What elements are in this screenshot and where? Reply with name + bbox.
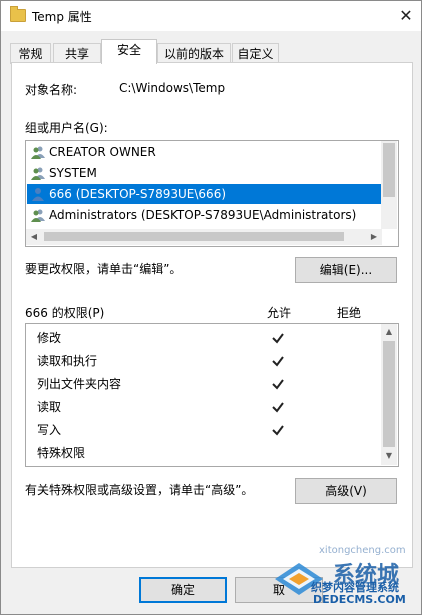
scroll-thumb[interactable] (44, 232, 344, 241)
edit-button[interactable]: 编辑(E)... (295, 257, 397, 283)
tab-sharing[interactable]: 共享 (53, 43, 101, 64)
advanced-button[interactable]: 高级(V) (295, 478, 397, 504)
object-name-value: C:\Windows\Temp (119, 81, 226, 95)
properties-dialog: Temp 属性 ✕ 常规 共享 安全 以前的版本 自定义 对象名称: C:\Wi… (0, 0, 422, 615)
permission-row: 修改 (26, 327, 382, 350)
deny-column-header: 拒绝 (337, 306, 362, 320)
edit-hint: 要更改权限，请单击“编辑”。 (25, 262, 182, 276)
close-button[interactable]: ✕ (393, 4, 419, 28)
checkmark-icon (272, 402, 284, 413)
users-horizontal-scrollbar[interactable]: ◀ ▶ (26, 229, 382, 245)
users-label: 组或用户名(G): (25, 121, 108, 135)
allow-column-header: 允许 (267, 306, 292, 320)
watermark-line2: DEDECMS.COM (313, 593, 406, 606)
tab-security[interactable]: 安全 (101, 39, 157, 64)
object-name-label: 对象名称: (25, 83, 78, 97)
permission-name: 读取 (37, 400, 62, 414)
permission-row: 读取 (26, 396, 382, 419)
scroll-thumb[interactable] (383, 143, 395, 197)
permission-row: 读取和执行 (26, 350, 382, 373)
folder-icon (10, 6, 26, 22)
tab-customize[interactable]: 自定义 (232, 43, 279, 64)
list-item[interactable]: Administrators (DESKTOP-S7893UE\Administ… (27, 205, 383, 225)
permissions-listbox: 修改 读取和执行 列出文件夹内容 读取 写入 特殊权限 ▲ ▼ (25, 323, 399, 467)
permission-name: 特殊权限 (37, 446, 86, 460)
tab-previous-versions[interactable]: 以前的版本 (157, 43, 231, 64)
list-item[interactable]: CREATOR OWNER (27, 142, 381, 162)
permission-row: 列出文件夹内容 (26, 373, 382, 396)
permission-row: 写入 (26, 419, 382, 442)
permission-name: 读取和执行 (37, 354, 98, 368)
checkmark-icon (272, 379, 284, 390)
user-icon (32, 188, 44, 201)
checkmark-icon (272, 425, 284, 436)
permission-name: 修改 (37, 331, 62, 345)
permission-row: 特殊权限 (26, 442, 382, 465)
user-name: Administrators (DESKTOP-S7893UE\Administ… (49, 208, 357, 222)
checkmark-icon (272, 333, 284, 344)
user-name: SYSTEM (49, 166, 97, 180)
user-group-icon (31, 146, 45, 159)
checkmark-icon (272, 356, 284, 367)
scroll-left-icon[interactable]: ◀ (26, 229, 42, 245)
list-item-selected[interactable]: 666 (DESKTOP-S7893UE\666) (27, 184, 381, 204)
scroll-up-icon[interactable]: ▲ (381, 324, 397, 340)
users-vertical-scrollbar[interactable] (381, 141, 397, 229)
list-item[interactable]: SYSTEM (27, 163, 381, 183)
scroll-down-icon[interactable]: ▼ (381, 448, 397, 464)
advanced-hint: 有关特殊权限或高级设置，请单击“高级”。 (25, 483, 254, 497)
permission-name: 写入 (37, 423, 62, 437)
title-bar: Temp 属性 ✕ (1, 1, 421, 31)
user-group-icon (31, 167, 45, 180)
scroll-right-icon[interactable]: ▶ (366, 229, 382, 245)
user-name: 666 (DESKTOP-S7893UE\666) (49, 187, 227, 201)
user-name: CREATOR OWNER (49, 145, 156, 159)
permission-name: 列出文件夹内容 (37, 377, 122, 391)
permissions-vertical-scrollbar[interactable]: ▲ ▼ (381, 324, 397, 465)
ok-button[interactable]: 确定 (139, 577, 227, 603)
permissions-header: 666 的权限(P) (25, 306, 105, 320)
users-listbox[interactable]: CREATOR OWNER SYSTEM 666 (DESKTOP-S7893U… (25, 140, 399, 247)
user-group-icon (31, 209, 45, 222)
window-title: Temp 属性 (32, 10, 92, 24)
tab-general[interactable]: 常规 (10, 43, 51, 64)
scroll-thumb[interactable] (383, 341, 395, 447)
watermark-url: xitongcheng.com (319, 545, 406, 556)
